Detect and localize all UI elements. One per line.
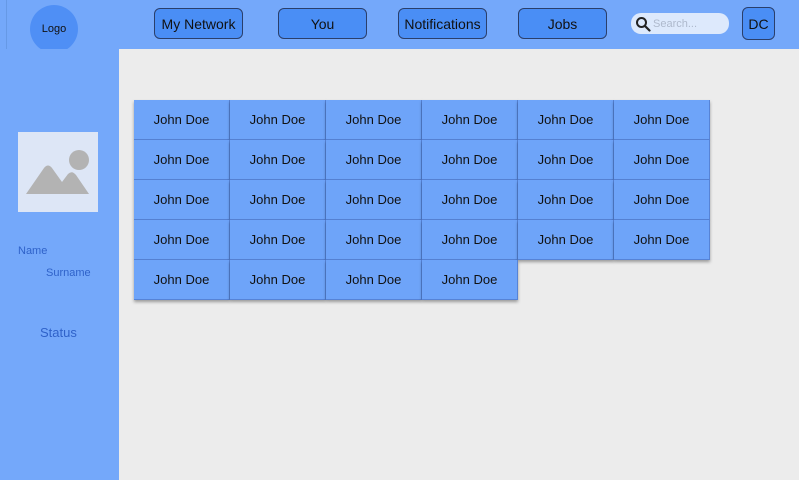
- connection-card[interactable]: John Doe: [230, 100, 326, 140]
- profile-surname: Surname: [46, 267, 91, 279]
- connection-card[interactable]: John Doe: [134, 140, 230, 180]
- search-input[interactable]: Search...: [631, 13, 729, 34]
- search-icon: [636, 16, 651, 32]
- connection-card[interactable]: John Doe: [230, 260, 326, 300]
- connection-card[interactable]: John Doe: [518, 140, 614, 180]
- image-placeholder-icon: [26, 150, 89, 194]
- connection-card[interactable]: John Doe: [614, 220, 710, 260]
- connection-card[interactable]: John Doe: [614, 100, 710, 140]
- connection-card[interactable]: John Doe: [422, 220, 518, 260]
- connection-card[interactable]: John Doe: [230, 140, 326, 180]
- connection-card[interactable]: John Doe: [326, 140, 422, 180]
- profile-sidebar: [0, 49, 119, 480]
- connection-card[interactable]: John Doe: [422, 260, 518, 300]
- connection-card[interactable]: John Doe: [614, 180, 710, 220]
- connection-card[interactable]: John Doe: [326, 260, 422, 300]
- connection-card[interactable]: John Doe: [326, 100, 422, 140]
- nav-notifications-button[interactable]: Notifications: [398, 8, 487, 39]
- connection-card[interactable]: John Doe: [134, 100, 230, 140]
- nav-jobs-button[interactable]: Jobs: [518, 8, 607, 39]
- connection-card[interactable]: John Doe: [614, 140, 710, 180]
- connection-card[interactable]: John Doe: [326, 180, 422, 220]
- logo[interactable]: Logo: [30, 5, 78, 53]
- connection-card[interactable]: John Doe: [518, 100, 614, 140]
- top-navigation-bar: Logo My Network You Notifications Jobs S…: [0, 0, 799, 53]
- profile-status: Status: [40, 325, 77, 340]
- connection-card[interactable]: John Doe: [422, 100, 518, 140]
- profile-name: Name: [18, 245, 48, 257]
- connection-card[interactable]: John Doe: [230, 180, 326, 220]
- search-placeholder: Search...: [653, 17, 698, 30]
- nav-my-network-button[interactable]: My Network: [154, 8, 243, 39]
- connection-card[interactable]: John Doe: [134, 180, 230, 220]
- connection-card[interactable]: John Doe: [518, 180, 614, 220]
- connection-card[interactable]: John Doe: [518, 220, 614, 260]
- nav-you-button[interactable]: You: [278, 8, 367, 39]
- connection-card[interactable]: John Doe: [134, 260, 230, 300]
- user-avatar-button[interactable]: DC: [742, 7, 775, 40]
- profile-picture[interactable]: [18, 132, 98, 212]
- connection-card[interactable]: John Doe: [422, 180, 518, 220]
- connection-card[interactable]: John Doe: [326, 220, 422, 260]
- connection-card[interactable]: John Doe: [422, 140, 518, 180]
- connection-card[interactable]: John Doe: [134, 220, 230, 260]
- connection-card[interactable]: John Doe: [230, 220, 326, 260]
